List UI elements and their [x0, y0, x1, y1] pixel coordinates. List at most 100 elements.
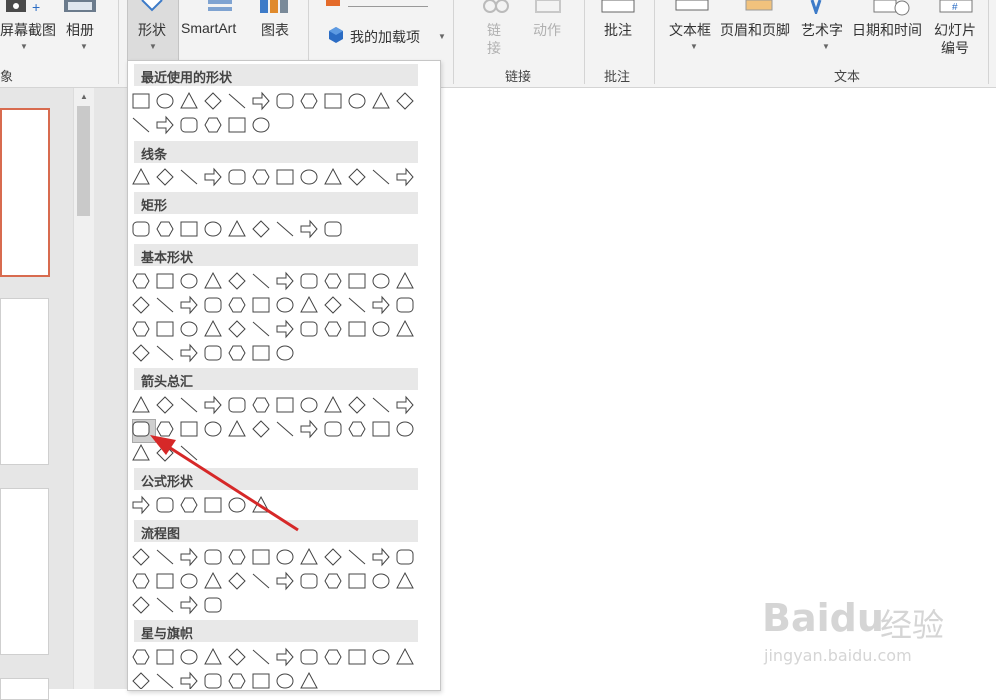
shape-option-icon[interactable] [300, 295, 318, 313]
shape-option-icon[interactable] [252, 495, 270, 513]
shape-option-icon[interactable] [156, 396, 174, 414]
shape-option-icon[interactable] [252, 220, 270, 238]
shape-option-icon[interactable] [132, 421, 150, 437]
shape-option-icon[interactable] [396, 167, 414, 187]
shape-option-icon[interactable] [132, 321, 150, 337]
shape-option-icon[interactable] [156, 444, 174, 462]
shape-option-icon[interactable] [132, 296, 150, 314]
shape-option-icon[interactable] [372, 295, 390, 315]
shape-option-icon[interactable] [204, 497, 222, 513]
shape-option-icon[interactable] [156, 297, 174, 313]
shape-option-icon[interactable] [204, 549, 222, 565]
shape-option-icon[interactable] [156, 549, 174, 565]
shape-option-icon[interactable] [372, 273, 390, 289]
shape-option-icon[interactable] [348, 321, 366, 337]
shape-option-icon[interactable] [180, 91, 198, 109]
shape-option-icon[interactable] [348, 297, 366, 313]
shape-option-icon[interactable] [204, 571, 222, 589]
shape-option-icon[interactable] [276, 397, 294, 413]
shape-option-icon[interactable] [132, 221, 150, 237]
shape-option-icon[interactable] [324, 273, 342, 289]
shape-option-icon[interactable] [396, 297, 414, 313]
shape-option-icon[interactable] [276, 571, 294, 591]
shape-option-icon[interactable] [324, 167, 342, 185]
shape-option-icon[interactable] [180, 221, 198, 237]
shape-option-icon[interactable] [252, 345, 270, 361]
shape-option-icon[interactable] [252, 397, 270, 413]
shape-option-icon[interactable] [276, 221, 294, 237]
shape-option-icon[interactable] [348, 421, 366, 437]
shape-option-icon[interactable] [348, 396, 366, 414]
shape-option-icon[interactable] [180, 321, 198, 337]
shape-option-icon[interactable] [300, 671, 318, 689]
shape-option-icon[interactable] [180, 445, 198, 461]
shape-option-icon[interactable] [132, 548, 150, 566]
shape-option-icon[interactable] [180, 595, 198, 615]
shape-option-icon[interactable] [204, 297, 222, 313]
shape-option-icon[interactable] [252, 549, 270, 565]
shape-option-icon[interactable] [252, 673, 270, 689]
shape-option-icon[interactable] [324, 395, 342, 413]
shape-option-icon[interactable] [324, 321, 342, 337]
shape-option-icon[interactable] [180, 295, 198, 315]
shape-option-icon[interactable] [276, 549, 294, 565]
shape-option-icon[interactable] [396, 92, 414, 110]
shape-option-icon[interactable] [156, 221, 174, 237]
shape-option-icon[interactable] [276, 345, 294, 361]
shape-option-icon[interactable] [300, 419, 318, 439]
shape-option-icon[interactable] [228, 549, 246, 565]
shape-option-icon[interactable] [228, 117, 246, 133]
shape-option-icon[interactable] [132, 649, 150, 665]
shape-option-icon[interactable] [396, 571, 414, 589]
shape-option-icon[interactable] [372, 421, 390, 437]
shape-option-icon[interactable] [252, 273, 270, 289]
shape-option-icon[interactable] [228, 648, 246, 666]
shape-icons-layer[interactable] [0, 0, 996, 689]
shape-option-icon[interactable] [132, 443, 150, 461]
shape-option-icon[interactable] [276, 271, 294, 291]
shape-option-icon[interactable] [180, 117, 198, 133]
shape-option-icon[interactable] [204, 117, 222, 133]
shape-option-icon[interactable] [180, 547, 198, 567]
shape-option-icon[interactable] [396, 319, 414, 337]
shape-option-icon[interactable] [204, 673, 222, 689]
shape-option-icon[interactable] [228, 169, 246, 185]
shape-option-icon[interactable] [228, 572, 246, 590]
shape-option-icon[interactable] [132, 344, 150, 362]
shape-option-icon[interactable] [324, 421, 342, 437]
shape-option-icon[interactable] [276, 319, 294, 339]
shape-option-icon[interactable] [180, 497, 198, 513]
shape-option-icon[interactable] [300, 547, 318, 565]
shape-option-icon[interactable] [204, 421, 222, 437]
shape-option-icon[interactable] [156, 649, 174, 665]
shape-option-icon[interactable] [228, 297, 246, 313]
shape-option-icon[interactable] [300, 93, 318, 109]
shape-option-icon[interactable] [276, 93, 294, 109]
shape-option-icon[interactable] [276, 421, 294, 437]
shape-option-icon[interactable] [228, 497, 246, 513]
shape-option-icon[interactable] [156, 93, 174, 109]
shape-option-icon[interactable] [324, 93, 342, 109]
shape-option-icon[interactable] [372, 321, 390, 337]
shape-option-icon[interactable] [324, 649, 342, 665]
shape-option-icon[interactable] [180, 343, 198, 363]
shape-option-icon[interactable] [156, 321, 174, 337]
shape-option-icon[interactable] [132, 273, 150, 289]
shape-option-icon[interactable] [372, 573, 390, 589]
shape-option-icon[interactable] [252, 321, 270, 337]
shape-option-icon[interactable] [204, 221, 222, 237]
shape-option-icon[interactable] [348, 168, 366, 186]
shape-option-icon[interactable] [180, 273, 198, 289]
shape-option-icon[interactable] [396, 271, 414, 289]
shape-option-icon[interactable] [156, 115, 174, 135]
shape-option-icon[interactable] [228, 93, 246, 109]
shape-option-icon[interactable] [180, 671, 198, 689]
shape-option-icon[interactable] [300, 219, 318, 239]
shape-option-icon[interactable] [324, 221, 342, 237]
shape-option-icon[interactable] [252, 91, 270, 111]
shape-option-icon[interactable] [396, 395, 414, 415]
shape-option-icon[interactable] [348, 549, 366, 565]
shape-option-icon[interactable] [204, 345, 222, 361]
shape-option-icon[interactable] [228, 345, 246, 361]
shape-option-icon[interactable] [252, 297, 270, 313]
